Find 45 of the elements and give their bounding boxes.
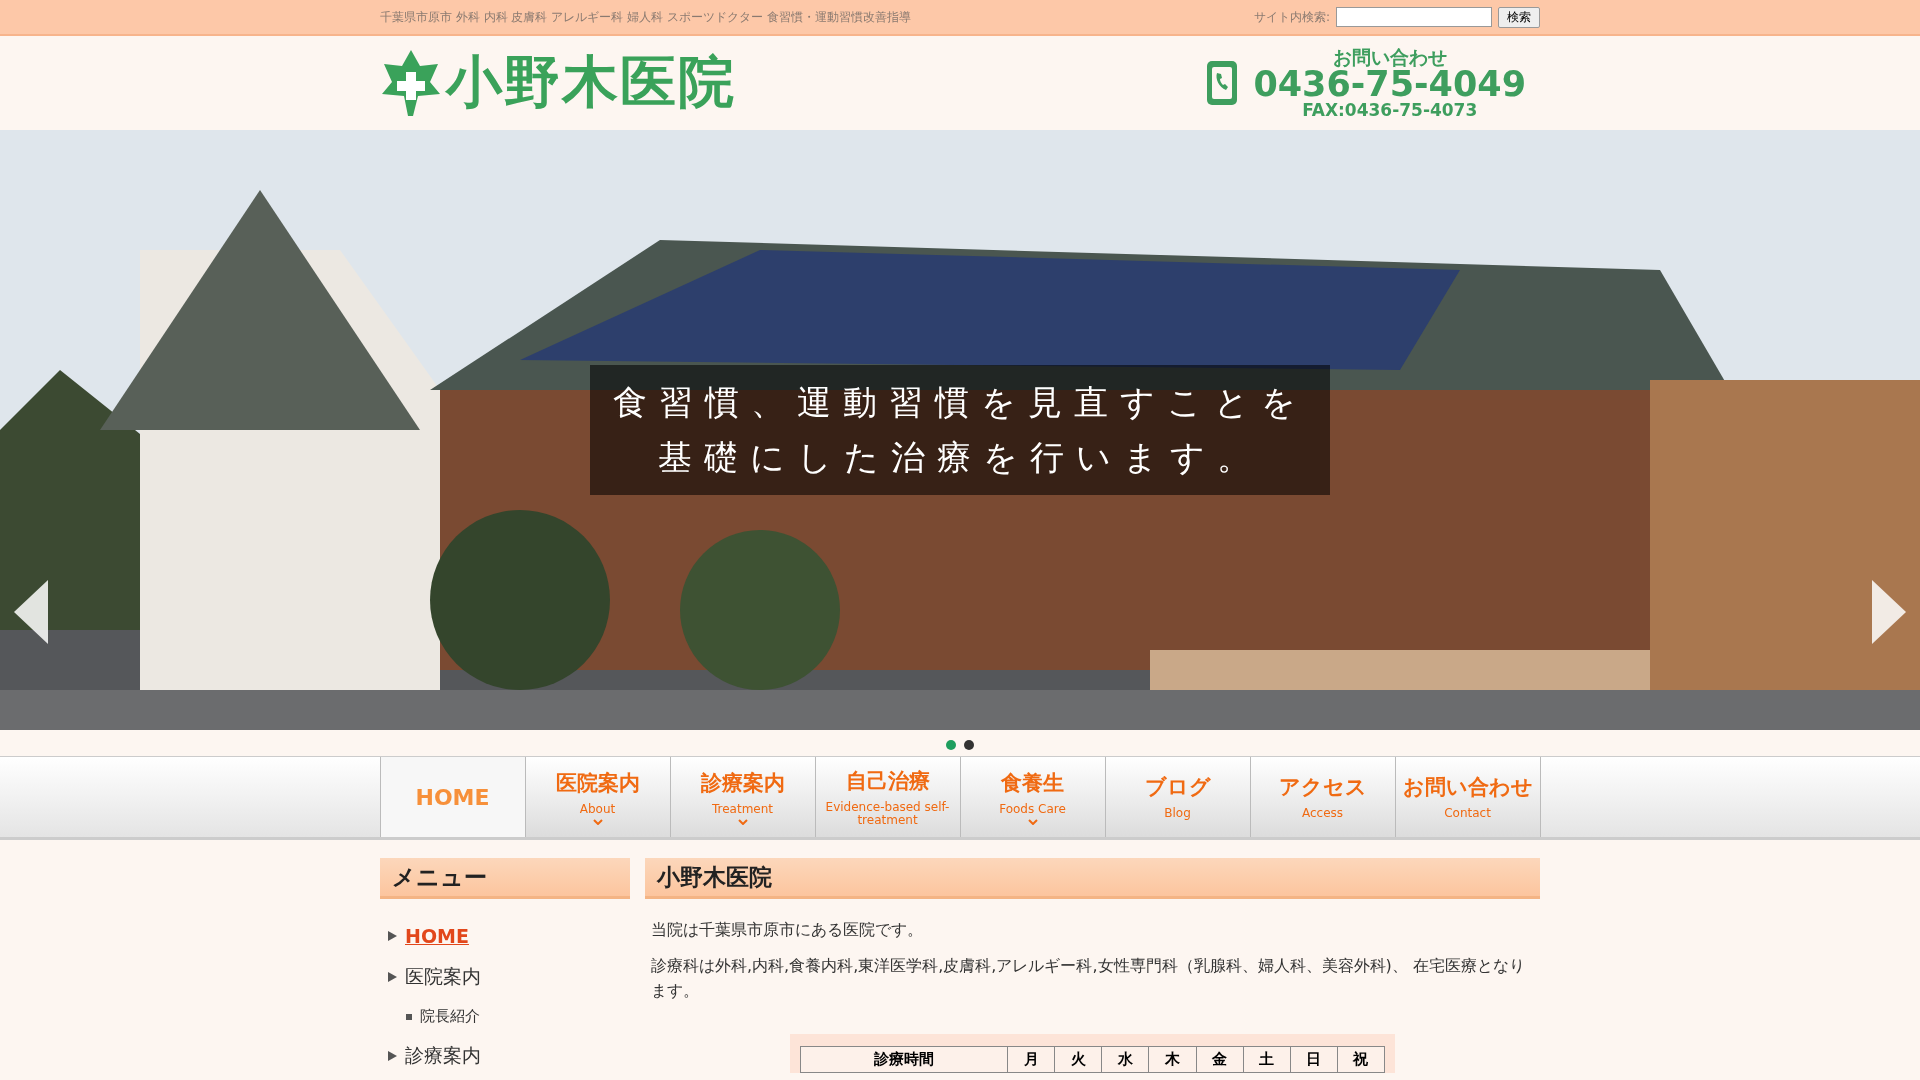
leaf-cross-icon	[380, 48, 442, 118]
triangle-bullet-icon	[388, 931, 397, 941]
nav-item[interactable]: HOME	[379, 757, 525, 837]
triangle-bullet-icon	[388, 1051, 397, 1061]
nav-item[interactable]: 診療案内 Treatment	[669, 757, 815, 837]
previous-arrow-icon[interactable]	[14, 580, 48, 644]
table-header: 祝	[1337, 1046, 1385, 1073]
nav-item[interactable]: ブログ Blog	[1104, 757, 1250, 837]
search-field[interactable]	[1336, 7, 1492, 27]
table-header: 土	[1243, 1046, 1291, 1073]
nav-item[interactable]: 医院案内 About	[524, 757, 670, 837]
table-header: 金	[1196, 1046, 1244, 1073]
slide-caption: 食習慣、運動習慣を見直すことを	[612, 381, 1308, 424]
slide-dot[interactable]	[964, 740, 974, 750]
menu-link[interactable]: 院長紹介	[420, 1007, 480, 1026]
menu-link[interactable]: 医院案内	[405, 964, 481, 990]
phone-icon	[1205, 59, 1240, 107]
nav-item[interactable]: アクセス Access	[1249, 757, 1395, 837]
clinic-logo[interactable]: 小野木医院	[446, 45, 736, 121]
intro-text: 診療科は外科,内科,食養内科,東洋医学科,皮膚科,アレルギー科,女性専門科（乳腺科、婦人科、美容外科)、 在宅医療となります。	[651, 954, 1526, 1003]
menu-link[interactable]: 診療案内	[405, 1043, 481, 1069]
fax-number: FAX:0436-75-4073	[1302, 101, 1478, 119]
intro-text: 当院は千葉県市原市にある医院です。	[651, 919, 924, 941]
table-header: 水	[1101, 1046, 1149, 1073]
square-bullet-icon	[406, 1013, 412, 1020]
tagline: 千葉県市原市 外科 内科 皮膚科 アレルギー科 婦人科 スポーツドクター 食習慣・運動習慣改善指導	[380, 8, 911, 26]
menu-heading: メニュー	[380, 858, 630, 899]
table-header: 診療時間	[800, 1046, 1008, 1073]
search-button[interactable]: 検索	[1498, 6, 1540, 28]
slide-dot[interactable]	[946, 740, 956, 750]
triangle-bullet-icon	[388, 972, 397, 982]
table-header: 月	[1007, 1046, 1055, 1073]
nav-item[interactable]: 自己治療 Evidence-based self-treatment	[814, 757, 960, 837]
table-header: 木	[1148, 1046, 1196, 1073]
contact-title: お問い合わせ	[1332, 47, 1447, 67]
slide-caption: 基礎にした治療を行います。	[657, 436, 1263, 479]
next-arrow-icon[interactable]	[1872, 580, 1906, 644]
search-label: サイト内検索:	[1253, 8, 1330, 26]
page-heading: 小野木医院	[645, 858, 1540, 899]
phone-number: 0436-75-4049	[1253, 66, 1526, 102]
nav-item[interactable]: 食養生 Foods Care	[959, 757, 1105, 837]
menu-link[interactable]: HOME	[405, 925, 469, 947]
table-header: 火	[1054, 1046, 1102, 1073]
table-header: 日	[1290, 1046, 1338, 1073]
nav-item[interactable]: お問い合わせ Contact	[1394, 757, 1541, 837]
